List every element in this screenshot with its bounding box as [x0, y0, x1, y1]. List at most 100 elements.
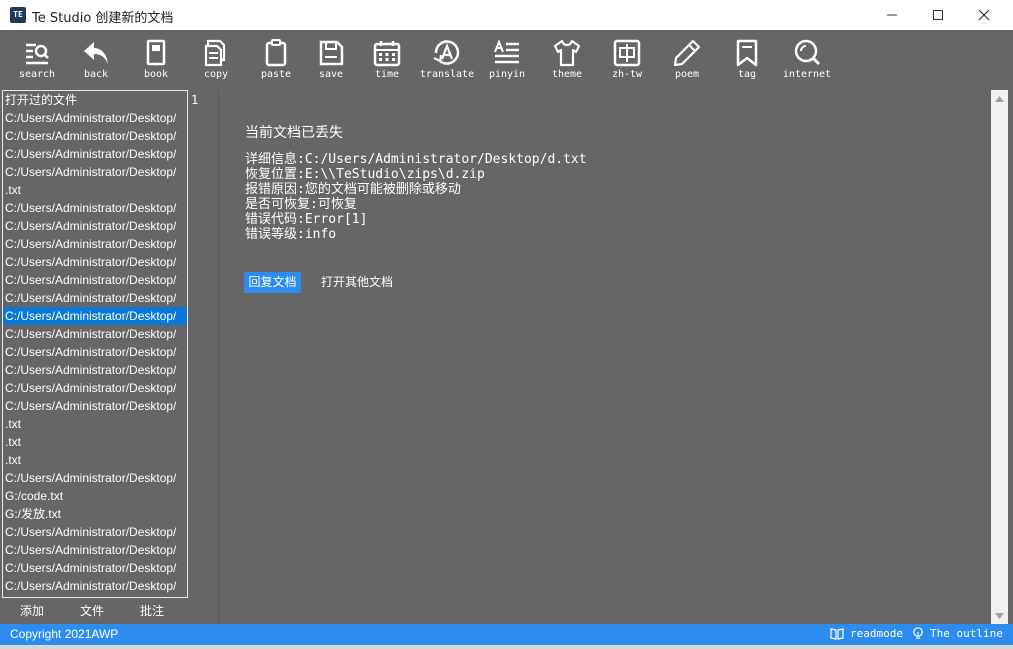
recent-file-item[interactable]: C:/Users/Administrator/Desktop/ — [3, 577, 187, 595]
error-reason-line: 报错原因:您的文档可能被删除或移动 — [245, 182, 461, 197]
toolbar-copy-button[interactable]: copy — [186, 38, 246, 88]
search-icon — [26, 43, 49, 65]
book-icon — [146, 39, 166, 66]
toolbar-translate-button[interactable]: translate — [417, 38, 477, 88]
toolbar-zh-tw-button[interactable]: zh-tw — [597, 38, 657, 88]
maximize-button[interactable] — [915, 0, 961, 30]
chinese-char-icon — [613, 39, 641, 67]
scroll-down-button[interactable] — [991, 607, 1008, 624]
recent-file-item[interactable]: C:/Users/Administrator/Desktop/ — [3, 559, 187, 577]
recent-files-list[interactable]: 打开过的文件 C:/Users/Administrator/Desktop/C:… — [2, 90, 188, 598]
toolbar-back-button[interactable]: back — [66, 38, 126, 88]
close-button[interactable] — [961, 0, 1007, 30]
minimize-button[interactable] — [869, 0, 915, 30]
clipboard-icon — [265, 39, 287, 67]
error-details: 详细信息:C:/Users/Administrator/Desktop/d.tx… — [245, 152, 587, 242]
recent-file-item[interactable]: C:/Users/Administrator/Desktop/ — [3, 325, 187, 343]
toolbar-search-button[interactable]: search — [7, 38, 67, 88]
recent-file-item[interactable]: .txt — [3, 181, 187, 199]
recent-file-item[interactable]: C:/Users/Administrator/Desktop/ — [3, 253, 187, 271]
readmode-label: readmode — [850, 627, 903, 640]
toolbar-label: back — [83, 69, 109, 80]
recent-file-item[interactable]: C:/Users/Administrator/Desktop/ — [3, 379, 187, 397]
scroll-up-arrow-icon — [995, 95, 1004, 102]
vertical-scrollbar[interactable] — [991, 90, 1008, 624]
save-icon — [319, 40, 344, 66]
recent-file-item[interactable]: C:/Users/Administrator/Desktop/ — [3, 109, 187, 127]
tab-files[interactable]: 文件 — [80, 602, 104, 619]
toolbar-book-button[interactable]: book — [126, 38, 186, 88]
toolbar-label: internet — [782, 69, 832, 80]
recent-file-item[interactable]: C:/Users/Administrator/Desktop/ — [3, 289, 187, 307]
recent-file-item[interactable]: C:/Users/Administrator/Desktop/ — [3, 235, 187, 253]
editor-area[interactable]: 当前文档已丢失 详细信息:C:/Users/Administrator/Desk… — [219, 90, 991, 624]
recent-file-item[interactable]: C:/Users/Administrator/Desktop/ — [3, 271, 187, 289]
toolbar-label: zh-tw — [611, 69, 643, 80]
detail-info-line: 详细信息:C:/Users/Administrator/Desktop/d.tx… — [245, 152, 587, 167]
minimize-icon — [887, 14, 897, 16]
recent-file-item[interactable]: C:/Users/Administrator/Desktop/ — [3, 397, 187, 415]
outline-label: The outline — [930, 627, 1003, 640]
recent-file-item[interactable]: .txt — [3, 451, 187, 469]
bookmark-icon — [736, 39, 758, 67]
recent-file-item[interactable]: C:/Users/Administrator/Desktop/ — [3, 307, 187, 325]
maximize-icon — [933, 10, 943, 20]
pencil-icon — [673, 39, 701, 67]
recent-file-item[interactable]: C:/Users/Administrator/Desktop/ — [3, 145, 187, 163]
toolbar-label: save — [318, 69, 344, 80]
open-other-document-button[interactable]: 打开其他文档 — [321, 272, 393, 293]
toolbar-label: tag — [737, 69, 757, 80]
toolbar: search back book copy paste save time tr… — [0, 30, 1013, 90]
globe-search-icon — [794, 39, 821, 66]
line-number: 1 — [191, 93, 199, 107]
window-bottom-edge — [0, 645, 1013, 649]
back-arrow-icon — [84, 42, 108, 64]
toolbar-label: paste — [260, 69, 292, 80]
error-level-line: 错误等级:info — [245, 227, 337, 242]
window-right-edge — [1008, 30, 1013, 624]
recent-file-item[interactable]: .txt — [3, 433, 187, 451]
tab-annotations[interactable]: 批注 — [140, 602, 164, 619]
toolbar-paste-button[interactable]: paste — [246, 38, 306, 88]
recent-files-header: 打开过的文件 — [5, 93, 78, 107]
recent-file-item[interactable]: C:/Users/Administrator/Desktop/ — [3, 523, 187, 541]
document-lost-title: 当前文档已丢失 — [245, 125, 343, 141]
copyright-text: Copyright 2021AWP — [10, 627, 119, 641]
recent-file-item[interactable]: C:/Users/Administrator/Desktop/ — [3, 199, 187, 217]
toolbar-label: copy — [203, 69, 229, 80]
outline-button[interactable]: The outline — [912, 627, 1003, 640]
recent-file-item[interactable]: G:/发放.txt — [3, 505, 187, 523]
app-logo-icon: TE — [10, 7, 26, 23]
recent-file-item[interactable]: C:/Users/Administrator/Desktop/ — [3, 343, 187, 361]
scroll-up-button[interactable] — [991, 90, 1008, 107]
recent-file-item[interactable]: C:/Users/Administrator/Desktop/ — [3, 541, 187, 559]
recent-file-item[interactable]: G:/code.txt — [3, 487, 187, 505]
recent-file-item[interactable]: C:/Users/Administrator/Desktop/ — [3, 217, 187, 235]
restore-document-button[interactable]: 回复文档 — [244, 272, 301, 293]
toolbar-theme-button[interactable]: theme — [537, 38, 597, 88]
toolbar-internet-button[interactable]: internet — [777, 38, 837, 88]
tab-add[interactable]: 添加 — [20, 602, 44, 619]
open-book-icon — [830, 627, 844, 640]
toolbar-tag-button[interactable]: tag — [717, 38, 777, 88]
recent-file-item[interactable]: C:/Users/Administrator/Desktop/ — [3, 127, 187, 145]
toolbar-label: time — [374, 69, 400, 80]
recent-file-item[interactable]: .txt — [3, 415, 187, 433]
recent-file-item[interactable]: C:/Users/Administrator/Desktop/ — [3, 469, 187, 487]
readmode-button[interactable]: readmode — [830, 627, 903, 640]
toolbar-pinyin-button[interactable]: pinyin — [477, 38, 537, 88]
translate-icon — [433, 40, 460, 65]
status-bar: Copyright 2021AWP readmode The outline — [0, 624, 1013, 645]
shirt-icon — [553, 39, 581, 67]
restore-location-line: 恢复位置:E:\\TeStudio\zips\d.zip — [245, 167, 485, 182]
lightbulb-icon — [913, 627, 923, 639]
calendar-icon — [373, 41, 401, 67]
error-code-line: 错误代码:Error[1] — [245, 212, 368, 227]
title-bar: TE Te Studio 创建新的文档 — [0, 0, 1013, 30]
toolbar-poem-button[interactable]: poem — [657, 38, 717, 88]
toolbar-label: pinyin — [488, 69, 526, 80]
recent-file-item[interactable]: C:/Users/Administrator/Desktop/ — [3, 361, 187, 379]
recent-file-item[interactable]: C:/Users/Administrator/Desktop/ — [3, 163, 187, 181]
toolbar-time-button[interactable]: time — [357, 38, 417, 88]
toolbar-save-button[interactable]: save — [301, 38, 361, 88]
